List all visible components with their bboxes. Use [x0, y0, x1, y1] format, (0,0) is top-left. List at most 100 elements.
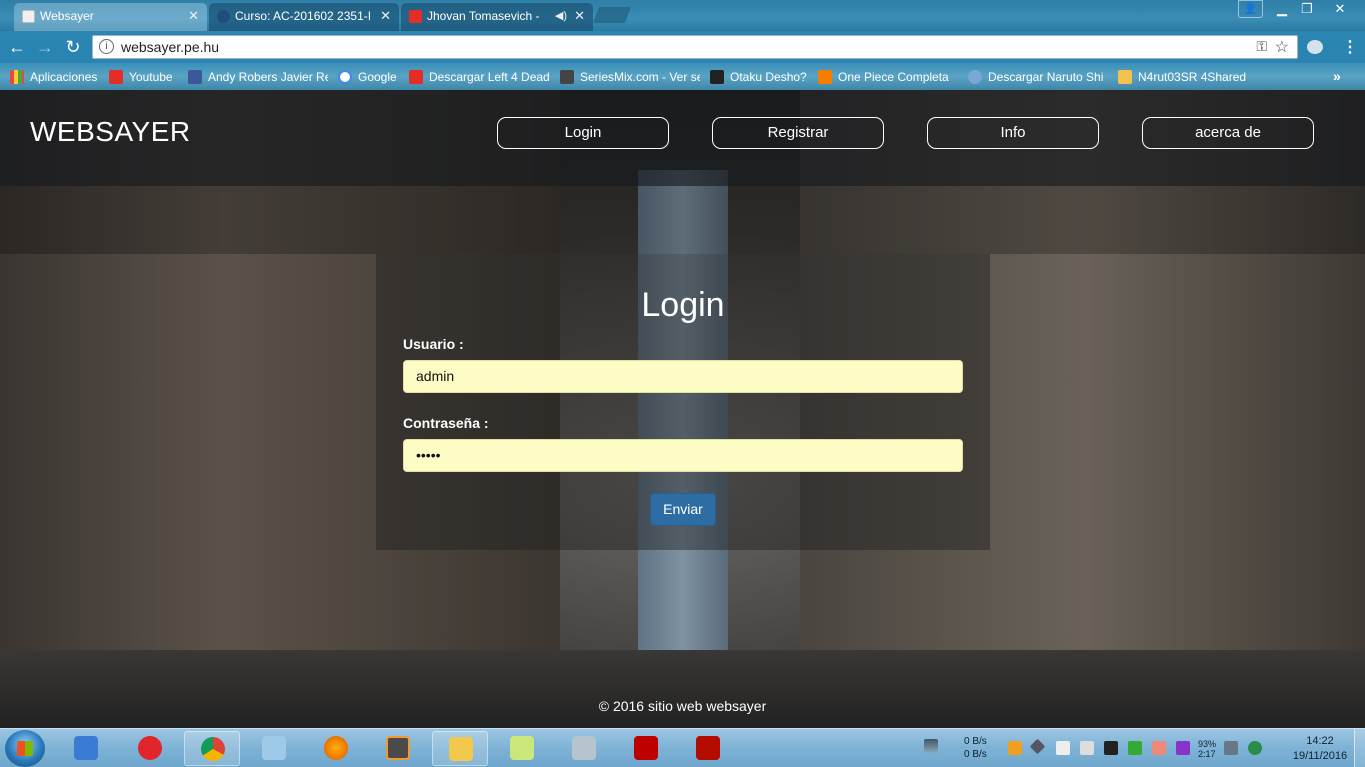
close-tab-icon[interactable]: ✕ — [188, 3, 199, 29]
filezilla-taskbar-icon[interactable] — [618, 731, 674, 766]
action-center-flag-icon[interactable] — [1056, 741, 1070, 755]
user-profile-icon[interactable]: 👤 — [1238, 0, 1263, 18]
volume-icon[interactable] — [1224, 741, 1238, 755]
close-tab-icon[interactable]: ✕ — [380, 3, 391, 29]
sublime-text-icon — [386, 736, 410, 760]
minimize-icon[interactable]: ▁ — [1268, 0, 1296, 20]
acrobat-taskbar-icon[interactable] — [680, 731, 736, 766]
bookmark-onepiece[interactable]: One Piece Completa — [818, 68, 958, 86]
bookmark-google[interactable]: Google — [338, 68, 400, 86]
tab-websayer[interactable]: Websayer ✕ — [14, 3, 207, 31]
login-title: Login — [641, 286, 725, 324]
nav-registrar-button[interactable]: Registrar — [712, 117, 884, 149]
tab-title: Curso: AC-201602 2351-I — [235, 9, 372, 23]
site-footer: © 2016 sitio web websayer — [598, 698, 767, 714]
site-info-icon[interactable]: i — [99, 39, 114, 54]
bookmark-facebook[interactable]: Andy Robers Javier Re — [188, 68, 328, 86]
web-page: WEBSAYER Login Registrar Info acerca de … — [0, 90, 1365, 728]
clock[interactable]: 14:22 19/11/2016 — [1290, 734, 1350, 764]
tab-title: Jhovan Tomasevich - — [427, 9, 540, 23]
media-player-taskbar-icon[interactable] — [58, 731, 114, 766]
hfs-icon[interactable] — [1104, 741, 1118, 755]
bookmark-youtube[interactable]: Youtube — [109, 68, 181, 86]
new-tab-button[interactable] — [593, 7, 631, 23]
otaku-icon — [710, 70, 724, 84]
nav-info-button[interactable]: Info — [927, 117, 1099, 149]
audio-playing-icon[interactable]: ◀) — [555, 3, 567, 29]
more-bookmarks-icon[interactable]: » — [1333, 68, 1341, 84]
tab-title: Websayer — [40, 9, 94, 23]
bookmark-star-icon[interactable]: ☆ — [1275, 37, 1289, 57]
app-tray-icon[interactable] — [1152, 741, 1166, 755]
signal-icon[interactable] — [1008, 741, 1022, 755]
control-panel-icon — [262, 736, 286, 760]
opera-taskbar-icon[interactable] — [122, 731, 178, 766]
page-favicon-icon — [22, 10, 35, 23]
firefox-taskbar-icon[interactable] — [308, 731, 364, 766]
sublime-taskbar-icon[interactable] — [370, 731, 426, 766]
show-desktop-button[interactable] — [1354, 729, 1365, 767]
enviar-button[interactable]: Enviar — [650, 493, 716, 526]
close-tab-icon[interactable]: ✕ — [574, 3, 585, 29]
firefox-icon — [324, 736, 348, 760]
filezilla-icon — [634, 736, 658, 760]
bookmark-4shared[interactable]: N4rut03SR 4Shared — [1118, 68, 1253, 86]
folder-icon — [449, 737, 473, 761]
facebook-icon — [188, 70, 202, 84]
nav-acerca-de-button[interactable]: acerca de — [1142, 117, 1314, 149]
explorer-taskbar-icon[interactable] — [432, 731, 488, 766]
network-meter-icon[interactable] — [924, 739, 938, 753]
notes-taskbar-icon[interactable] — [494, 731, 550, 766]
apps-grid-icon — [10, 70, 24, 84]
network-tool-icon — [572, 736, 596, 760]
header-band — [0, 186, 1365, 254]
bug-icon[interactable] — [1176, 741, 1190, 755]
bookmark-naruto[interactable]: Descargar Naruto Shi — [968, 68, 1106, 86]
browser-tab-strip: Websayer ✕ Curso: AC-201602 2351-I ✕ Jho… — [0, 0, 1365, 31]
edit-icon[interactable] — [1128, 741, 1142, 755]
youtube-icon — [409, 70, 423, 84]
start-button[interactable] — [5, 730, 45, 767]
reload-icon[interactable]: ↻ — [62, 36, 84, 58]
blogger-icon — [818, 70, 832, 84]
password-label: Contraseña : — [403, 415, 489, 431]
forward-arrow-icon[interactable]: → — [34, 36, 56, 58]
back-arrow-icon[interactable]: ← — [6, 36, 28, 58]
bookmark-apps[interactable]: Aplicaciones — [10, 68, 102, 86]
browser-menu-icon[interactable]: ⋮ — [1342, 37, 1358, 57]
browser-toolbar: ← → ↻ i websayer.pe.hu ⚿ ☆ ⋮ — [0, 31, 1365, 63]
diamond-icon[interactable] — [1029, 738, 1046, 755]
site-logo[interactable]: WEBSAYER — [30, 116, 191, 148]
4shared-icon — [1118, 70, 1132, 84]
password-key-icon[interactable]: ⚿ — [1256, 38, 1267, 55]
username-input[interactable]: admin — [403, 360, 963, 393]
bookmark-seriesmix[interactable]: SeriesMix.com - Ver se — [560, 68, 700, 86]
chrome-icon — [201, 737, 225, 761]
extension-icon[interactable] — [1307, 40, 1323, 54]
bookmark-otaku[interactable]: Otaku Desho? — [710, 68, 810, 86]
restore-icon[interactable]: ❐ — [1293, 0, 1321, 20]
globe-icon — [968, 70, 982, 84]
network-speed: 0 B/s 0 B/s — [964, 736, 987, 760]
tab-youtube[interactable]: Jhovan Tomasevich - ◀) ✕ — [401, 3, 593, 31]
bookmark-left4dead[interactable]: Descargar Left 4 Dead — [409, 68, 549, 86]
opera-icon — [138, 736, 162, 760]
control-panel-taskbar-icon[interactable] — [246, 731, 302, 766]
sticky-notes-icon — [510, 736, 534, 760]
password-input[interactable]: ••••• — [403, 439, 963, 472]
battery-status: 93% 2:17 — [1198, 739, 1217, 759]
moodle-favicon-icon — [217, 10, 230, 23]
youtube-favicon-icon — [409, 10, 422, 23]
google-icon — [338, 70, 352, 84]
close-window-icon[interactable]: ✕ — [1325, 0, 1355, 20]
youtube-icon — [109, 70, 123, 84]
nav-login-button[interactable]: Login — [497, 117, 669, 149]
tab-curso[interactable]: Curso: AC-201602 2351-I ✕ — [209, 3, 399, 31]
battery-icon[interactable] — [1080, 741, 1094, 755]
tool-taskbar-icon[interactable] — [556, 731, 612, 766]
chrome-taskbar-icon[interactable] — [184, 731, 240, 766]
network-globe-icon[interactable] — [1248, 741, 1262, 755]
url-text: websayer.pe.hu — [121, 39, 220, 55]
seriesmix-icon — [560, 70, 574, 84]
address-bar[interactable]: i websayer.pe.hu ⚿ ☆ — [92, 35, 1298, 59]
